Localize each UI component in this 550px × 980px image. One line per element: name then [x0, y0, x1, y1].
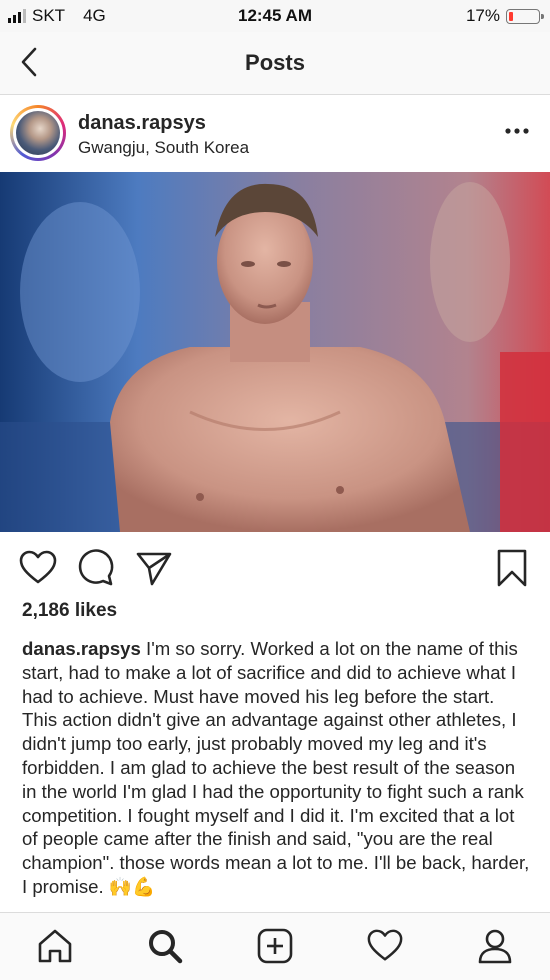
- post-actions: [0, 540, 550, 596]
- caption-username[interactable]: danas.rapsys: [22, 638, 141, 659]
- post-header: danas.rapsys Gwangju, South Korea: [0, 95, 550, 171]
- avatar[interactable]: [10, 105, 66, 161]
- battery-fill: [509, 11, 513, 21]
- tab-bar: [0, 912, 550, 980]
- post-image[interactable]: [0, 172, 550, 532]
- activity-heart-icon[interactable]: [366, 927, 404, 965]
- bookmark-icon[interactable]: [492, 548, 532, 593]
- battery-icon: [506, 8, 544, 24]
- status-right: 17%: [465, 6, 544, 26]
- heart-icon[interactable]: [18, 548, 58, 593]
- likes-count[interactable]: 2,186 likes: [22, 600, 117, 622]
- comment-icon[interactable]: [76, 548, 116, 593]
- more-horizontal-icon[interactable]: [504, 123, 530, 134]
- profile-icon[interactable]: [476, 927, 514, 965]
- post-caption: danas.rapsys I'm so sorry. Worked a lot …: [22, 637, 532, 913]
- send-icon[interactable]: [134, 548, 174, 593]
- home-icon[interactable]: [36, 927, 74, 965]
- post-username[interactable]: danas.rapsys: [78, 112, 206, 135]
- swimmer-photo: [0, 172, 550, 532]
- battery-percent: 17%: [465, 6, 500, 25]
- avatar-photo: [16, 111, 60, 155]
- new-post-icon[interactable]: [256, 927, 294, 965]
- caption-text: I'm so sorry. Worked a lot on the name o…: [22, 638, 530, 897]
- search-icon[interactable]: [146, 927, 184, 965]
- status-bar: SKT 4G 12:45 AM 17%: [0, 0, 550, 32]
- post-location[interactable]: Gwangju, South Korea: [78, 138, 249, 158]
- page-title: Posts: [245, 50, 305, 75]
- nav-bar: Posts: [0, 32, 550, 95]
